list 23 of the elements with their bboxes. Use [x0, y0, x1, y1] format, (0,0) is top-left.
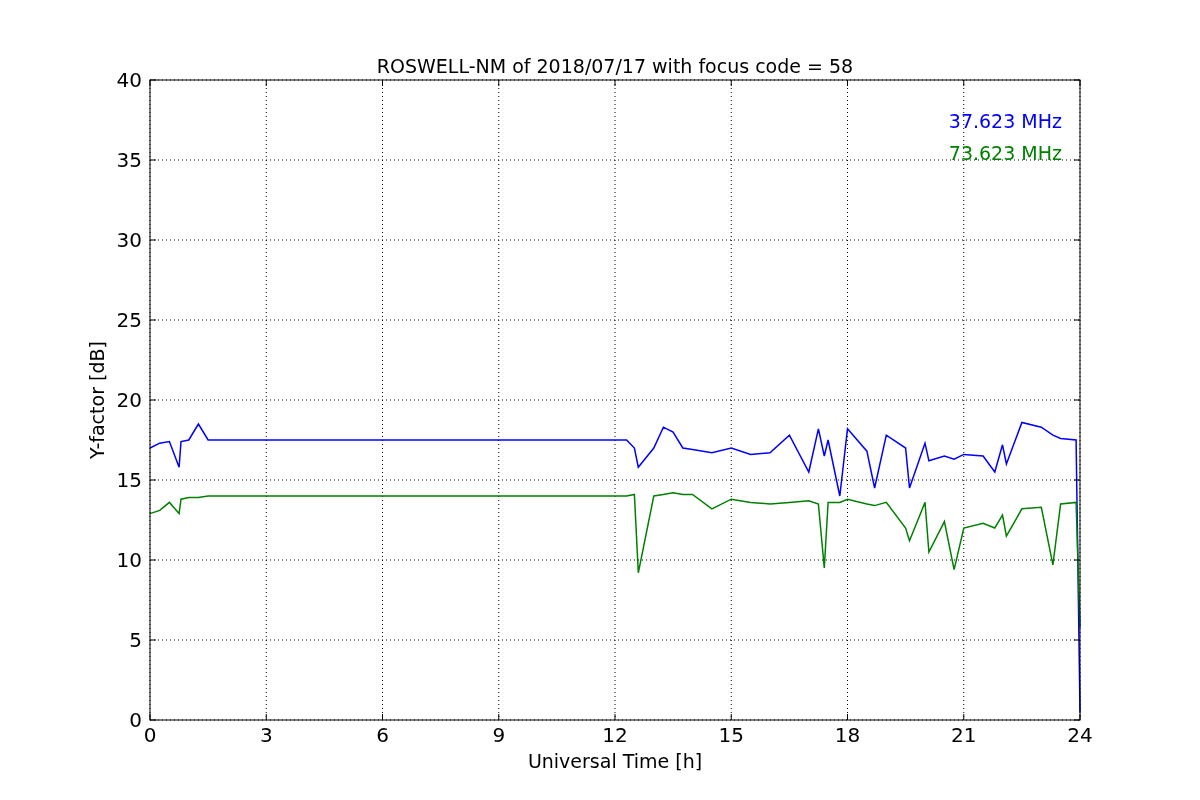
x-tick-label: 21	[951, 723, 977, 747]
x-tick-label: 9	[492, 723, 506, 747]
x-tick-label: 0	[143, 723, 157, 747]
y-tick-label: 15	[116, 468, 142, 492]
y-tick-label: 25	[116, 308, 142, 332]
y-tick-label: 10	[116, 548, 142, 572]
y-tick-label: 30	[116, 228, 142, 252]
y-axis-label: Y-factor [dB]	[86, 341, 108, 459]
x-tick-label: 18	[834, 723, 861, 747]
y-tick-label: 35	[116, 148, 142, 172]
y-tick-label: 40	[116, 68, 142, 92]
legend-label: 37.623 MHz	[948, 110, 1062, 132]
x-tick-label: 12	[602, 723, 628, 747]
x-tick-label: 15	[718, 723, 744, 747]
x-tick-label: 24	[1067, 723, 1093, 747]
x-tick-label: 6	[376, 723, 389, 747]
legend-label: 73.623 MHz	[948, 142, 1062, 164]
y-tick-label: 0	[129, 708, 142, 732]
y-tick-label: 20	[116, 388, 142, 412]
chart-title: ROSWELL-NM of 2018/07/17 with focus code = 58	[376, 55, 854, 77]
x-axis-label: Universal Time [h]	[527, 750, 703, 772]
x-tick-label: 3	[259, 723, 273, 747]
y-tick-label: 5	[129, 628, 142, 652]
